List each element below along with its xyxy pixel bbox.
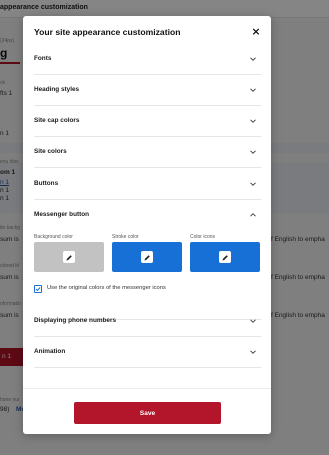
section-label: Animation [34, 348, 66, 355]
original-colors-label: Use the original colors of the messenger… [47, 285, 166, 291]
section-site-colors[interactable]: Site colors [34, 137, 261, 168]
section-label: Heading styles [34, 86, 80, 93]
chevron-down-icon [250, 350, 256, 354]
stroke-color-swatch[interactable] [112, 242, 182, 272]
section-label: Fonts [34, 55, 52, 62]
section-label: Site cap colors [34, 117, 80, 124]
icons-color-label: Color icons [190, 234, 216, 240]
chevron-down-icon [250, 150, 256, 154]
close-icon[interactable]: × [249, 25, 263, 39]
checkmark-icon [35, 287, 41, 292]
stroke-color-label: Stroke color [112, 234, 139, 240]
section-animation[interactable]: Animation [34, 337, 261, 368]
modal-footer: Save [23, 388, 271, 434]
background-color-swatch[interactable] [34, 242, 104, 272]
section-label: Displaying phone numbers [34, 317, 117, 324]
icons-color-swatch[interactable] [190, 242, 260, 272]
chevron-down-icon [250, 119, 256, 123]
section-label[interactable]: Messenger button [34, 211, 89, 218]
chevron-up-icon[interactable] [249, 211, 257, 219]
original-colors-option[interactable]: Use the original colors of the messenger… [34, 283, 254, 295]
background-color-label: Background color [34, 234, 73, 240]
chevron-down-icon [250, 319, 256, 323]
pencil-icon [63, 251, 75, 263]
section-buttons[interactable]: Buttons [34, 169, 261, 200]
chevron-down-icon [250, 88, 256, 92]
pencil-icon [219, 251, 231, 263]
chevron-down-icon [250, 57, 256, 61]
section-displaying-phone-numbers[interactable]: Displaying phone numbers [34, 306, 261, 337]
section-messenger-button: Messenger button Background color Stroke… [34, 200, 261, 320]
customization-modal: Your site appearance customization × Fon… [23, 16, 271, 434]
section-label: Site colors [34, 148, 67, 155]
section-heading-styles[interactable]: Heading styles [34, 75, 261, 106]
section-label: Buttons [34, 180, 59, 187]
modal-title: Your site appearance customization [34, 27, 181, 37]
pencil-icon [141, 251, 153, 263]
chevron-down-icon [250, 182, 256, 186]
original-colors-checkbox[interactable] [34, 285, 42, 293]
section-fonts[interactable]: Fonts [34, 44, 261, 75]
save-button[interactable]: Save [74, 402, 221, 424]
section-site-cap-colors[interactable]: Site cap colors [34, 106, 261, 137]
